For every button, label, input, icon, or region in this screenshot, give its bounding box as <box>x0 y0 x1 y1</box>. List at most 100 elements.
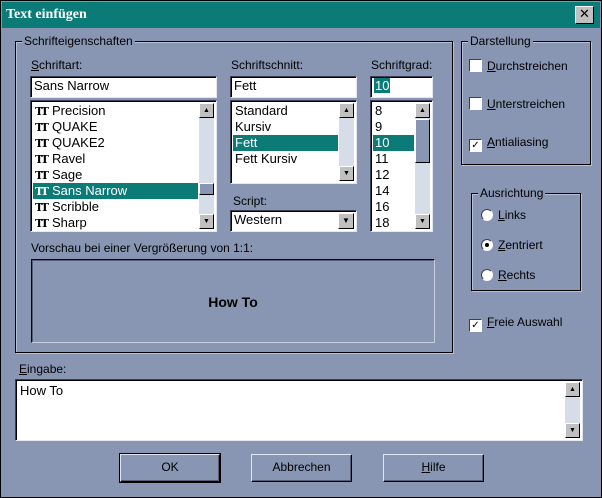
align-center-radio[interactable]: Zentriert <box>481 237 543 253</box>
list-item[interactable]: 16 <box>373 199 414 215</box>
radio-circle <box>481 269 493 281</box>
list-item-label: Ravel <box>52 151 86 166</box>
dialog-window: Text einfügen ✕ Schrifteigenschaften Sch… <box>0 0 602 498</box>
radio-circle <box>481 239 493 251</box>
truetype-icon: TT <box>35 185 49 198</box>
list-item-label: Scribble <box>52 199 99 214</box>
font-style-input[interactable]: Fett <box>230 76 357 98</box>
list-item-label: Sage <box>52 167 83 182</box>
list-item[interactable]: Standard <box>233 103 338 119</box>
font-listbox[interactable]: TT Sharp TT Scribble TT Sans Narrow TT Sage TT Ra… <box>30 100 217 232</box>
list-item[interactable]: Fett Kursiv <box>233 151 338 167</box>
scroll-up-icon: ▲ <box>343 107 350 114</box>
ok-button[interactable]: OK <box>119 453 221 483</box>
scroll-down-button[interactable]: ▼ <box>199 214 214 229</box>
align-left-radio[interactable]: Links <box>481 207 526 223</box>
truetype-icon: TT <box>35 217 49 230</box>
script-value: Western <box>234 212 283 227</box>
list-item[interactable]: 12 <box>373 167 414 183</box>
script-dropdown-button[interactable]: ▼ <box>338 213 354 229</box>
help-button[interactable]: Hilfe <box>383 454 484 482</box>
text-input-area[interactable]: How To ▲ ▼ <box>15 379 583 441</box>
alignment-legend: Ausrichtung <box>478 185 546 201</box>
list-item[interactable]: TT QUAKE2 <box>33 135 198 151</box>
truetype-icon: TT <box>35 153 49 166</box>
font-label: Schriftart: <box>31 58 83 72</box>
truetype-icon: TT <box>35 201 49 214</box>
list-item[interactable]: TT Sharp <box>33 215 198 231</box>
font-size-input[interactable]: 10 <box>370 76 433 98</box>
align-right-radio[interactable]: Rechts <box>481 267 535 283</box>
radio-circle <box>481 209 493 221</box>
radio-dot-icon <box>485 243 489 247</box>
input-scrollbar[interactable]: ▲ ▼ <box>565 382 580 438</box>
list-item[interactable]: TT Ravel <box>33 151 198 167</box>
antialiasing-checkbox[interactable]: ✓ Antialiasing <box>469 134 548 152</box>
checkmark-icon: ✓ <box>469 139 482 152</box>
font-name-input[interactable]: Sans Narrow <box>30 76 217 98</box>
input-label: Eingabe: <box>19 362 67 376</box>
scroll-up-button[interactable]: ▲ <box>199 103 214 118</box>
scroll-up-icon: ▲ <box>569 386 576 393</box>
scroll-thumb[interactable] <box>199 183 214 195</box>
text-input-value: How To <box>20 383 64 398</box>
list-item[interactable]: TT QUAKE <box>33 119 198 135</box>
close-icon: ✕ <box>579 7 590 22</box>
list-item[interactable]: 11 <box>373 151 414 167</box>
list-item[interactable]: TT Sans Narrow <box>33 183 198 199</box>
list-item[interactable]: 8 <box>373 103 414 119</box>
truetype-icon: TT <box>35 169 49 182</box>
list-item[interactable]: TT Precision <box>33 103 198 119</box>
title-bar[interactable]: Text einfügen ✕ <box>2 2 600 28</box>
list-item[interactable]: 9 <box>373 119 414 135</box>
size-listbox[interactable]: 18 16 14 12 11 10 9 8 ▲ ▼ <box>370 100 433 232</box>
list-item[interactable]: 10 <box>373 135 414 151</box>
list-item[interactable]: 18 <box>373 215 414 231</box>
script-select[interactable]: Western ▼ <box>230 210 357 232</box>
scroll-thumb[interactable] <box>415 119 430 163</box>
scroll-up-button[interactable]: ▲ <box>339 103 354 118</box>
script-label: Script: <box>233 194 268 208</box>
scroll-down-button[interactable]: ▼ <box>415 214 430 229</box>
style-listbox[interactable]: Fett Kursiv Fett Kursiv Standard ▲ ▼ <box>230 100 357 184</box>
list-item-label: QUAKE2 <box>52 135 105 150</box>
scroll-up-button[interactable]: ▲ <box>415 103 430 118</box>
list-item[interactable]: Fett <box>233 135 338 151</box>
list-item-label: 8 <box>375 103 383 118</box>
list-item[interactable]: Kursiv <box>233 119 338 135</box>
preview-text: How To <box>208 294 258 310</box>
checkbox-box <box>469 59 482 72</box>
list-item[interactable]: TT Scribble <box>33 199 198 215</box>
font-size-value: 10 <box>374 78 391 93</box>
list-item-label: Standard <box>235 103 288 118</box>
font-properties-legend: Schrifteigenschaften <box>22 33 135 49</box>
font-list-scrollbar[interactable]: ▲ ▼ <box>199 103 214 229</box>
list-item-label: 12 <box>375 167 390 182</box>
truetype-icon: TT <box>35 137 49 150</box>
display-legend: Darstellung <box>468 33 533 49</box>
list-item-label: 18 <box>375 215 390 230</box>
size-list-scrollbar[interactable]: ▲ ▼ <box>415 103 430 229</box>
list-item-label: Precision <box>52 103 106 118</box>
preview-label: Vorschau bei einer Vergrößerung von 1:1: <box>31 241 254 255</box>
preview-box: How To <box>31 259 435 343</box>
scroll-down-button[interactable]: ▼ <box>339 166 354 181</box>
cancel-button[interactable]: Abbrechen <box>251 454 352 482</box>
list-item-label: 10 <box>375 135 390 150</box>
underline-checkbox[interactable]: Unterstreichen <box>469 96 565 112</box>
list-item-label: 11 <box>375 151 389 166</box>
strikethrough-checkbox[interactable]: Durchstreichen <box>469 58 568 74</box>
style-label: Schriftschnitt: <box>231 58 304 72</box>
scroll-down-button[interactable]: ▼ <box>565 423 580 438</box>
free-choice-checkbox[interactable]: ✓ Freie Auswahl <box>469 314 562 332</box>
style-list-scrollbar[interactable]: ▲ ▼ <box>339 103 354 181</box>
scroll-up-icon: ▲ <box>419 107 426 114</box>
scroll-up-button[interactable]: ▲ <box>565 382 580 397</box>
list-item[interactable]: TT Sage <box>33 167 198 183</box>
scroll-down-icon: ▼ <box>343 170 350 177</box>
list-item-label: 9 <box>375 119 383 134</box>
scroll-down-icon: ▼ <box>569 427 576 434</box>
close-button[interactable]: ✕ <box>575 6 594 24</box>
list-item-label: Fett <box>235 135 258 150</box>
list-item[interactable]: 14 <box>373 183 414 199</box>
